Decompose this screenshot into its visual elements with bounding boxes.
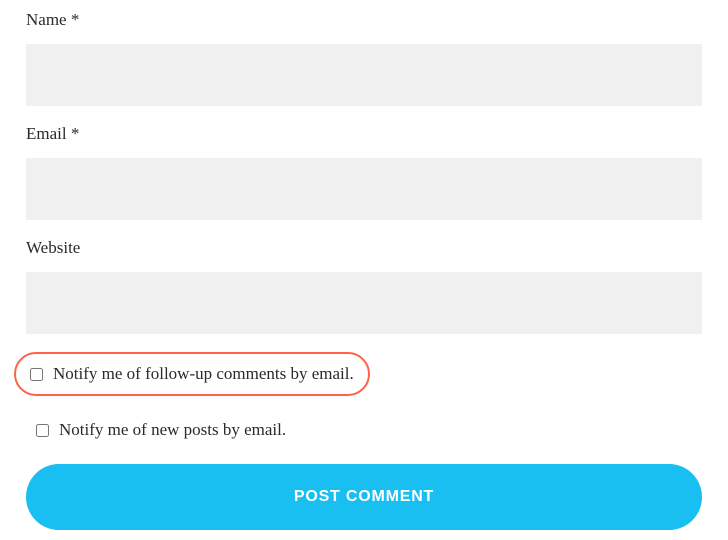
website-label: Website bbox=[26, 238, 702, 258]
required-marker: * bbox=[71, 10, 80, 29]
website-field-group: Website bbox=[26, 238, 702, 334]
email-input[interactable] bbox=[26, 158, 702, 220]
website-input[interactable] bbox=[26, 272, 702, 334]
name-input[interactable] bbox=[26, 44, 702, 106]
email-label-text: Email bbox=[26, 124, 71, 143]
name-label: Name * bbox=[26, 10, 702, 30]
notify-posts-label: Notify me of new posts by email. bbox=[59, 420, 286, 440]
notify-comments-group[interactable]: Notify me of follow-up comments by email… bbox=[14, 352, 370, 396]
name-label-text: Name bbox=[26, 10, 71, 29]
notify-comments-checkbox[interactable] bbox=[30, 368, 43, 381]
email-field-group: Email * bbox=[26, 124, 702, 220]
notify-posts-group[interactable]: Notify me of new posts by email. bbox=[26, 412, 702, 448]
notify-posts-checkbox[interactable] bbox=[36, 424, 49, 437]
notify-comments-label: Notify me of follow-up comments by email… bbox=[53, 364, 354, 384]
email-label: Email * bbox=[26, 124, 702, 144]
post-comment-button[interactable]: POST COMMENT bbox=[26, 464, 702, 530]
required-marker: * bbox=[71, 124, 80, 143]
name-field-group: Name * bbox=[26, 10, 702, 106]
